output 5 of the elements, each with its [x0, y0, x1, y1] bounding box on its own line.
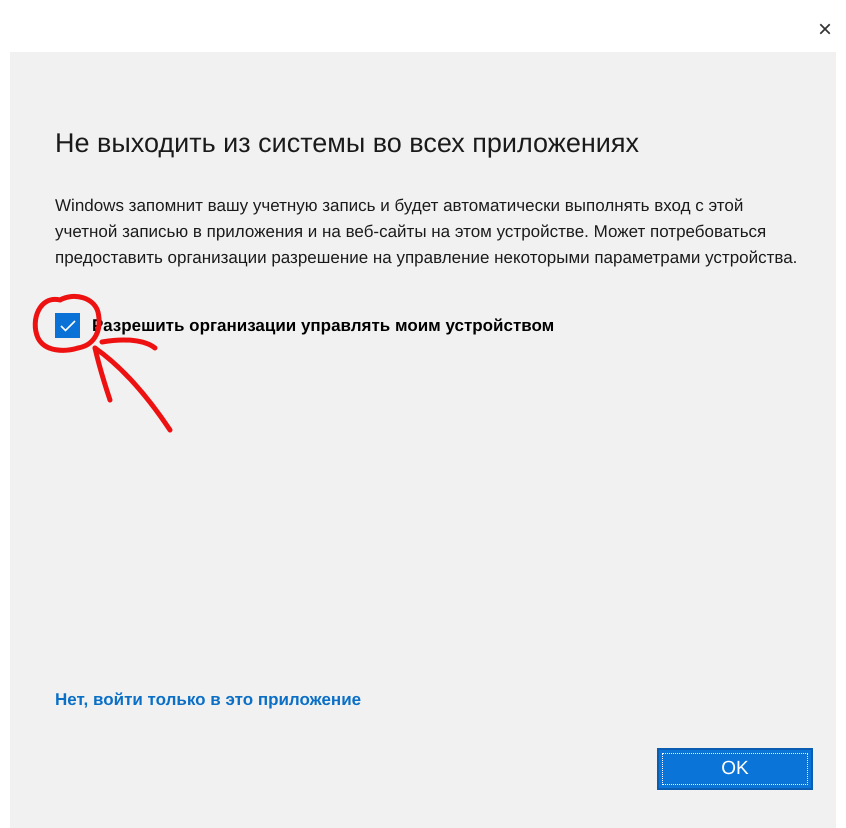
- sign-in-app-only-link[interactable]: Нет, войти только в это приложение: [55, 686, 362, 712]
- dialog-title: Не выходить из системы во всех приложениях: [55, 127, 640, 160]
- description-text: Windows запомнит вашу учетную запись и будет автоматически выполнять вход с этой учетной записью в приложения и на веб-сайты на этом устройстве. Может потребоваться предоставить организации разрешение на управление некоторыми параметрами устройства.: [55, 195, 798, 269]
- ok-button[interactable]: OK: [657, 748, 813, 790]
- close-button[interactable]: ×: [814, 18, 836, 42]
